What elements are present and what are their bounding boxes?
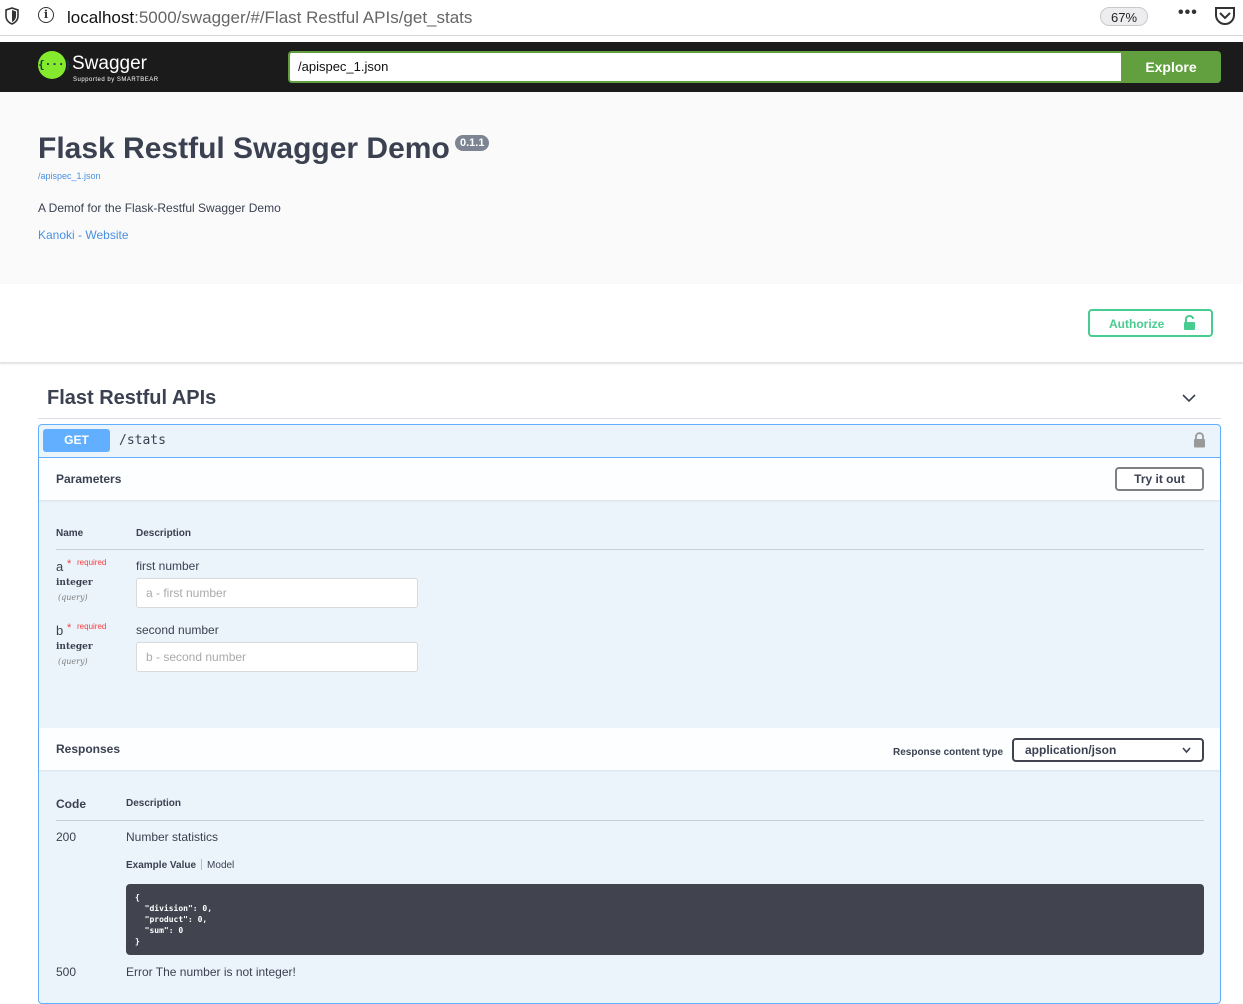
divider — [56, 549, 1204, 550]
url-path: :5000/swagger/#/Flast Restful APIs/get_s… — [134, 8, 473, 27]
smartbear-tagline: Supported by SMARTBEAR — [73, 77, 159, 83]
operation-summary[interactable]: GET /stats — [39, 425, 1220, 458]
param-type: integer — [56, 578, 93, 588]
column-header-code: Code — [56, 797, 86, 811]
response-code: 200 — [56, 830, 77, 844]
example-tabs: Example Value Model — [126, 859, 234, 871]
required-label: required — [77, 622, 107, 631]
divider — [56, 820, 1204, 821]
param-name: b — [56, 623, 64, 638]
tab-separator — [201, 859, 203, 870]
tag-section-header[interactable]: Flast Restful APIs — [38, 378, 1221, 419]
parameters-title: Parameters — [56, 472, 122, 486]
chevron-down-icon[interactable] — [1181, 390, 1197, 406]
swagger-logo-text[interactable]: Swagger — [72, 53, 147, 75]
response-description: Error The number is not integer! — [126, 965, 296, 979]
tracking-shield-icon[interactable] — [4, 7, 20, 25]
operation-get-stats: GET /stats Parameters Try it out Name De… — [38, 424, 1221, 1004]
more-actions-icon[interactable]: ••• — [1178, 4, 1198, 22]
param-b-input[interactable]: b - second number — [136, 642, 418, 672]
authorize-label: Authorize — [1109, 317, 1165, 331]
param-name: a — [56, 559, 64, 574]
required-star: * — [67, 558, 72, 570]
tag-title: Flast Restful APIs — [47, 387, 217, 409]
authorize-button[interactable]: Authorize — [1088, 309, 1213, 337]
param-type: integer — [56, 642, 93, 652]
param-location: (query) — [58, 593, 88, 602]
response-description: Number statistics — [126, 830, 219, 844]
response-code: 500 — [56, 965, 77, 979]
example-value-block: { "division": 0, "product": 0, "sum": 0 … — [126, 884, 1204, 955]
chevron-down-icon — [1182, 747, 1191, 754]
page-title: Flask Restful Swagger Demo — [38, 132, 450, 165]
tab-model[interactable]: Model — [207, 860, 234, 871]
scheme-container: Authorize — [0, 284, 1243, 363]
website-link[interactable]: Kanoki - Website — [38, 228, 129, 242]
required-star: * — [67, 622, 72, 634]
param-location: (query) — [58, 657, 88, 666]
column-header-description: Description — [126, 798, 182, 809]
url-host: localhost — [67, 8, 135, 27]
param-description: first number — [136, 559, 200, 573]
responses-title: Responses — [56, 742, 121, 756]
spec-url-input[interactable]: /apispec_1.json — [288, 51, 1122, 83]
lock-icon[interactable] — [1193, 432, 1206, 448]
pocket-icon[interactable] — [1214, 6, 1236, 26]
swagger-logo-icon[interactable]: {···} — [38, 51, 71, 79]
response-content-type-select[interactable]: application/json — [1012, 738, 1204, 762]
parameters-header: Parameters Try it out — [39, 458, 1220, 500]
column-header-description: Description — [136, 528, 192, 539]
explore-button[interactable]: Explore — [1121, 51, 1221, 83]
api-info-section: Flask Restful Swagger Demo 0.1.1 /apispe… — [0, 92, 1243, 284]
responses-header: Responses Response content type applicat… — [39, 728, 1220, 770]
http-method-badge: GET — [43, 429, 110, 452]
unlocked-icon — [1184, 315, 1195, 330]
param-description: second number — [136, 623, 219, 637]
required-label: required — [77, 558, 107, 567]
try-it-out-button[interactable]: Try it out — [1115, 467, 1204, 491]
version-badge: 0.1.1 — [455, 135, 490, 151]
response-content-type-label: Response content type — [893, 747, 1004, 758]
site-info-icon[interactable]: i — [38, 7, 54, 23]
selected-content-type: application/json — [1025, 743, 1117, 757]
operation-path: /stats — [119, 433, 166, 448]
column-header-name: Name — [56, 528, 84, 539]
tab-example-value[interactable]: Example Value — [126, 860, 196, 871]
spec-link[interactable]: /apispec_1.json — [38, 171, 101, 181]
browser-toolbar: i localhost:5000/swagger/#/Flast Restful… — [0, 0, 1243, 36]
example-json: { "division": 0, "product": 0, "sum": 0 … — [135, 893, 213, 946]
param-a-input[interactable]: a - first number — [136, 578, 418, 608]
api-description: A Demof for the Flask-Restful Swagger De… — [38, 201, 281, 215]
zoom-level-button[interactable]: 67% — [1100, 7, 1148, 26]
address-bar[interactable]: localhost:5000/swagger/#/Flast Restful A… — [67, 8, 472, 28]
swagger-topbar: {···} Swagger Supported by SMARTBEAR /ap… — [0, 42, 1243, 92]
